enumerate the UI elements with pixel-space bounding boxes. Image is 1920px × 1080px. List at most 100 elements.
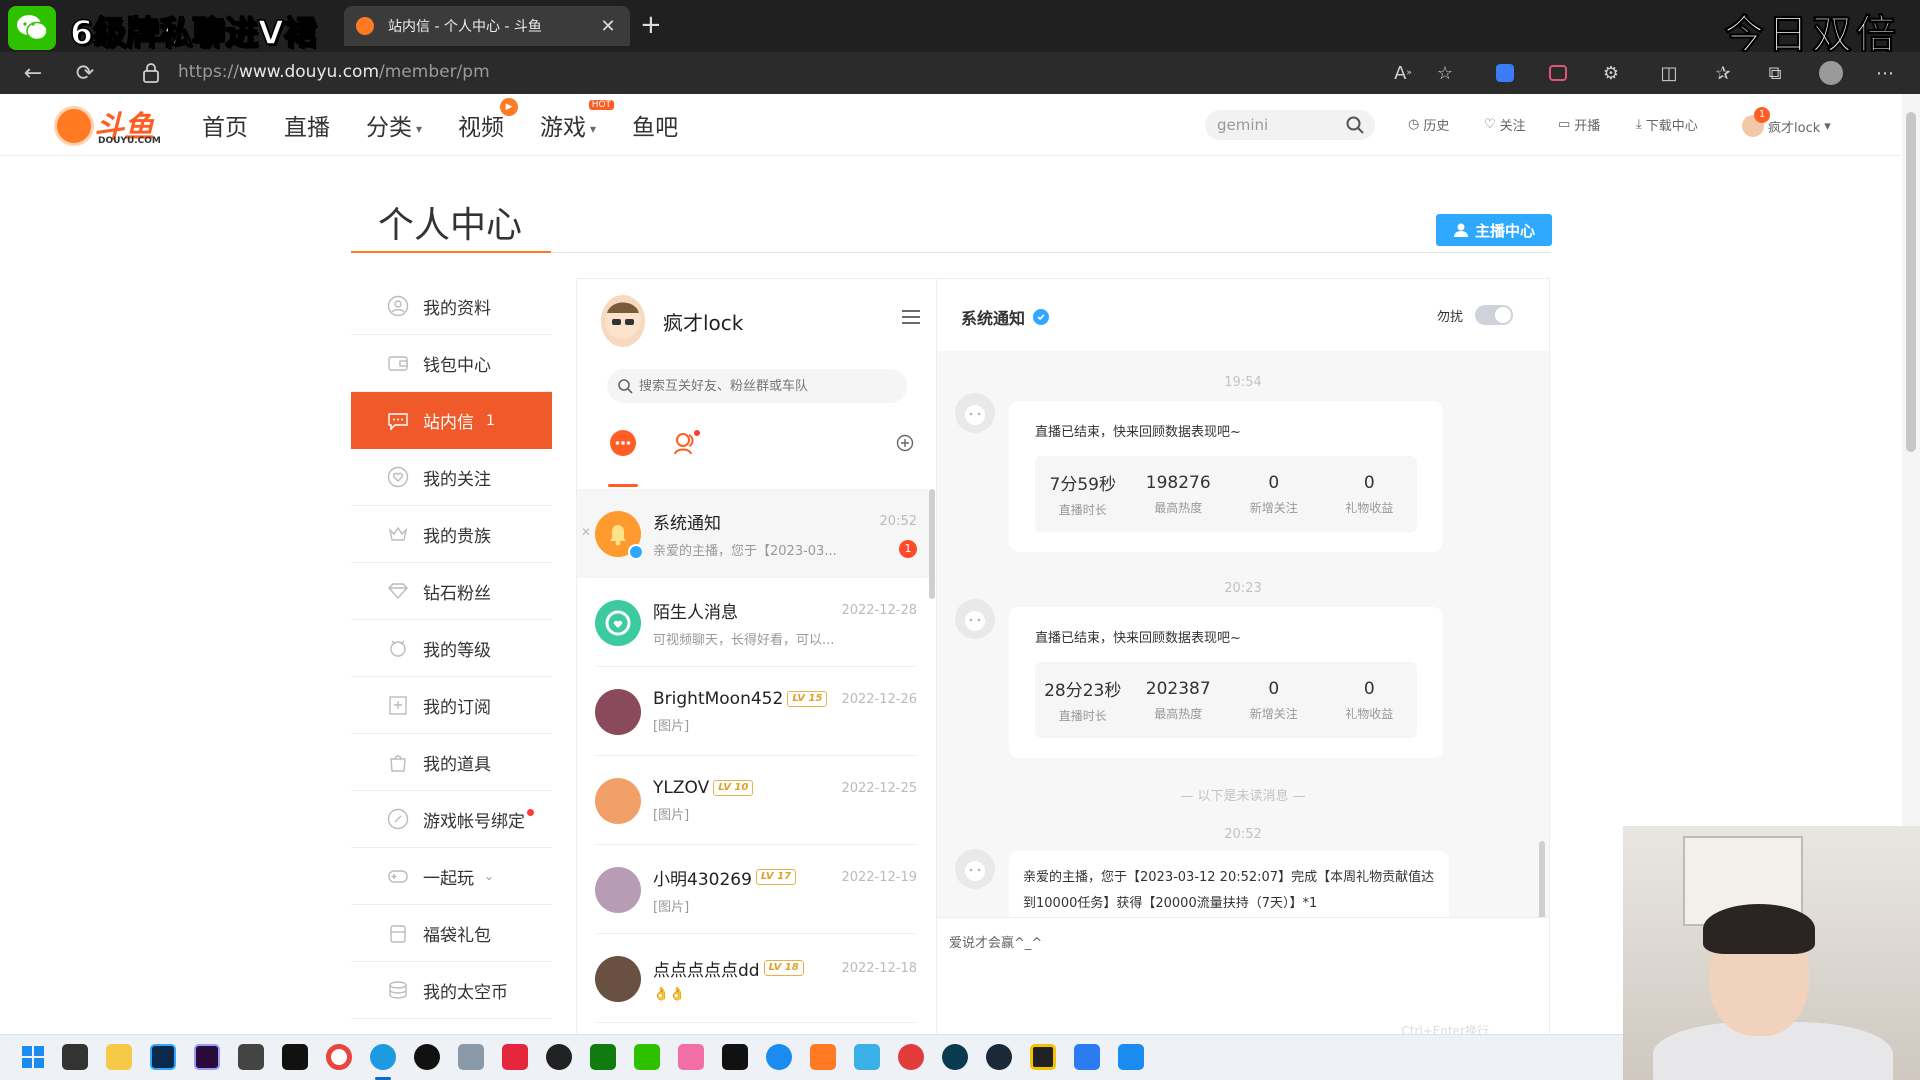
capcut-icon[interactable]	[282, 1044, 308, 1070]
app-blue-bird-icon[interactable]	[1074, 1044, 1100, 1070]
xbox-icon[interactable]	[590, 1044, 616, 1070]
close-tab-icon[interactable]: ✕	[598, 16, 618, 37]
nav-live[interactable]: 直播	[284, 108, 330, 142]
app-yellow-ring-icon[interactable]	[1030, 1044, 1056, 1070]
premiere-icon[interactable]	[194, 1044, 220, 1070]
dnd-toggle[interactable]	[1475, 305, 1513, 325]
tab-friends[interactable]	[671, 427, 703, 459]
site-search-input[interactable]	[1217, 116, 1337, 134]
extensions-puzzle-icon[interactable]: ⚙	[1598, 60, 1624, 86]
nav-home[interactable]: 首页	[202, 108, 248, 142]
chrome-icon[interactable]	[326, 1044, 352, 1070]
conversation-search-input[interactable]	[639, 378, 899, 394]
message-time: 20:23	[1224, 581, 1262, 596]
app-bird-icon[interactable]	[854, 1044, 880, 1070]
hamburger-menu-icon[interactable]	[901, 309, 921, 325]
collections-icon[interactable]: ⧉	[1762, 60, 1788, 86]
add-conversation-button[interactable]	[889, 427, 921, 459]
sidebar-item-subscription[interactable]: 我的订阅	[351, 677, 552, 734]
refresh-icon[interactable]: ⟳	[70, 58, 100, 88]
url-field[interactable]: https://www.douyu.com/member/pm	[178, 62, 490, 82]
profile-avatar-icon[interactable]	[1818, 60, 1844, 86]
toggle-knob	[1495, 307, 1511, 323]
lock-icon[interactable]	[142, 62, 160, 84]
sidebar-item-noble[interactable]: 我的贵族	[351, 506, 552, 563]
edge-icon[interactable]	[370, 1044, 396, 1070]
app-robot-icon[interactable]	[238, 1044, 264, 1070]
header-download-link[interactable]: ⤓ 下载中心	[1636, 115, 1698, 134]
search-icon[interactable]	[1345, 115, 1365, 135]
more-menu-icon[interactable]: ⋯	[1872, 60, 1898, 86]
wechat-icon[interactable]	[8, 6, 56, 50]
message-input-area[interactable]: 爱说才会赢^_^ Ctrl+Enter换行	[937, 917, 1549, 1039]
browser-tab-active[interactable]: 站内信 - 个人中心 - 斗鱼 ✕	[344, 6, 630, 46]
netease-music-icon[interactable]	[502, 1044, 528, 1070]
chat-scrollbar[interactable]	[1539, 841, 1545, 917]
conversation-item-user[interactable]: 点点点点点dd LV 18 2022-12-18 👌👌	[577, 934, 929, 1023]
site-search-box[interactable]	[1205, 110, 1375, 140]
conversation-list: ✕ 系统通知 20:52 亲爱的主播，您于【2023-03... 1 陌生人消息 20…	[577, 489, 929, 1023]
conversation-item-user[interactable]: 小明430269 LV 17 2022-12-19 [图片]	[577, 845, 929, 934]
split-screen-icon[interactable]: ◫	[1656, 60, 1682, 86]
sidebar-item-messages[interactable]: 站内信 1	[351, 392, 552, 449]
windows-start-icon[interactable]	[20, 1044, 46, 1070]
add-favorite-icon[interactable]: ☆	[1432, 60, 1458, 86]
douyu-taskbar-icon[interactable]	[810, 1044, 836, 1070]
sidebar-item-items[interactable]: 我的道具	[351, 734, 552, 791]
conversation-item-user[interactable]: BrightMoon452 LV 15 2022-12-26 [图片]	[577, 667, 929, 756]
wechat-taskbar-icon[interactable]	[634, 1044, 660, 1070]
notepad-icon[interactable]	[1118, 1044, 1144, 1070]
extension-bilibili-icon[interactable]	[1545, 60, 1571, 86]
nav-fishbar[interactable]: 鱼吧	[632, 108, 678, 142]
obs-icon[interactable]	[414, 1044, 440, 1070]
new-tab-icon[interactable]: +	[640, 10, 662, 40]
nav-game[interactable]: 游戏 HOT ▾	[540, 100, 615, 142]
stranger-heart-avatar-icon	[595, 599, 641, 646]
app-bottle-icon[interactable]	[458, 1044, 484, 1070]
header-follow-link[interactable]: ♡ 关注	[1484, 115, 1526, 134]
app-pink-icon[interactable]	[678, 1044, 704, 1070]
back-arrow-icon[interactable]: ←	[18, 58, 48, 88]
conversation-item-strangers[interactable]: 陌生人消息 2022-12-28 可视频聊天，长得好看，可以...	[577, 578, 929, 667]
sidebar-item-profile[interactable]: 我的资料	[351, 278, 552, 335]
app-red-icon[interactable]	[898, 1044, 924, 1070]
scrollbar-thumb[interactable]	[1906, 112, 1916, 452]
header-broadcast-link[interactable]: ▭ 开播	[1558, 115, 1600, 134]
douyu-logo[interactable]: 斗鱼 DOUYU.COM	[54, 102, 164, 148]
nav-category[interactable]: 分类 ▾	[366, 108, 422, 142]
sidebar-item-diamond-fans[interactable]: 钻石粉丝	[351, 563, 552, 620]
conversation-search-box[interactable]	[607, 369, 907, 403]
header-history-link[interactable]: ◷ 历史	[1408, 115, 1449, 134]
my-avatar[interactable]	[601, 295, 645, 347]
site-header: 斗鱼 DOUYU.COM 首页 直播 分类 ▾ 视频▶ 游戏HOT ▾ 鱼吧 ◷历史…	[0, 94, 1900, 156]
sidebar-item-game-account[interactable]: 游戏帐号绑定	[351, 791, 552, 848]
app-k-icon[interactable]	[766, 1044, 792, 1070]
streamer-hair	[1703, 904, 1815, 954]
sidebar-item-play-together[interactable]: 一起玩 ⌄	[351, 848, 552, 905]
steam-icon[interactable]	[986, 1044, 1012, 1070]
photoshop-icon[interactable]	[150, 1044, 176, 1070]
conversation-list-scrollbar[interactable]	[929, 489, 935, 599]
task-view-icon[interactable]	[62, 1044, 88, 1070]
conversation-item-system[interactable]: ✕ 系统通知 20:52 亲爱的主播，您于【2023-03... 1	[577, 489, 929, 578]
anchor-center-button[interactable]: 主播中心	[1436, 214, 1552, 246]
sidebar-item-level[interactable]: 我的等级	[351, 620, 552, 677]
app-circle-icon[interactable]	[942, 1044, 968, 1070]
tab-chats[interactable]	[607, 427, 639, 459]
unity-icon[interactable]	[722, 1044, 748, 1070]
conversation-item-user[interactable]: YLZOV LV 10 2022-12-25 [图片]	[577, 756, 929, 845]
favorites-icon[interactable]: ✰	[1710, 60, 1736, 86]
file-explorer-icon[interactable]	[106, 1044, 132, 1070]
nav-video[interactable]: 视频 ▶	[458, 98, 519, 142]
sidebar-item-following[interactable]: 我的关注	[351, 449, 552, 506]
read-aloud-icon[interactable]: A»	[1390, 60, 1416, 86]
stat-label: 直播时长	[1058, 503, 1107, 517]
user-name-label: 疯才lock	[1768, 120, 1821, 136]
sidebar-item-space-coin[interactable]: 我的太空币	[351, 962, 552, 1019]
close-icon[interactable]: ✕	[581, 525, 591, 539]
header-user-menu[interactable]: 1 疯才lock ▾	[1742, 107, 1831, 137]
sidebar-item-lucky-bag[interactable]: 福袋礼包	[351, 905, 552, 962]
extension-blue-icon[interactable]	[1492, 60, 1518, 86]
app-dark-icon[interactable]	[546, 1044, 572, 1070]
sidebar-item-wallet[interactable]: 钱包中心	[351, 335, 552, 392]
